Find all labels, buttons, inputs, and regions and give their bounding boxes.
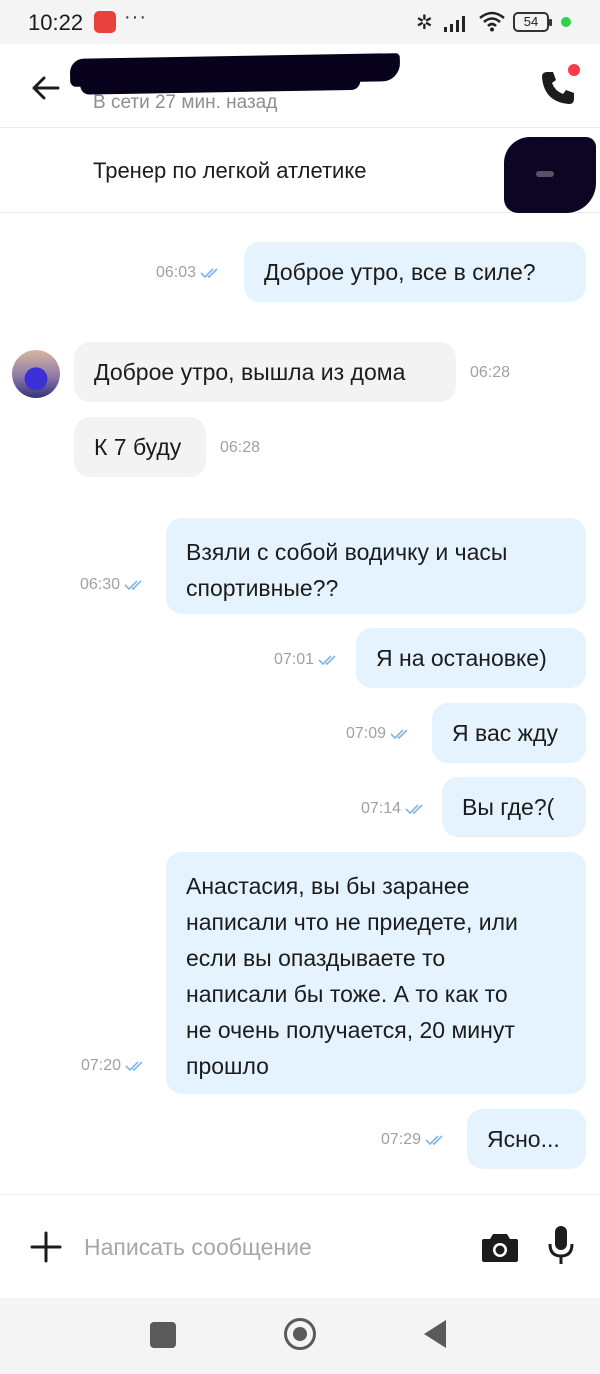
status-bar: 10:22 ··· ✲ 54	[0, 0, 600, 44]
double-check-icon	[318, 655, 336, 666]
message-text: Анастасия, вы бы заранее написали что не…	[186, 873, 518, 1079]
listing-thumbnail-redacted	[504, 137, 596, 213]
message-meta: 07:01	[274, 651, 340, 669]
bluetooth-icon: ✲	[416, 12, 433, 34]
message-bubble-outgoing[interactable]: Ясно...	[467, 1109, 586, 1169]
message-meta: 06:30	[80, 576, 146, 594]
message-meta: 07:29	[381, 1131, 447, 1149]
message-bubble-outgoing[interactable]: Вы где?(	[442, 777, 586, 837]
listing-banner[interactable]: Тренер по легкой атлетике	[0, 129, 600, 213]
battery-icon: 54	[513, 12, 552, 32]
message-time: 06:03	[156, 264, 197, 281]
double-check-icon	[125, 1061, 143, 1072]
message-time: 07:14	[361, 800, 402, 817]
contact-last-seen: В сети 27 мин. назад	[93, 92, 278, 113]
arrow-left-icon[interactable]	[28, 70, 64, 106]
message-bubble-incoming[interactable]: Доброе утро, вышла из дома	[74, 342, 456, 402]
contact-name-redacted[interactable]	[69, 53, 401, 87]
message-meta: 07:09	[346, 725, 412, 743]
call-notification-dot	[568, 64, 580, 76]
notification-app-icon	[94, 11, 116, 33]
double-check-icon	[405, 804, 423, 815]
message-meta: 07:14	[361, 800, 427, 818]
message-time: 07:09	[346, 725, 387, 742]
plus-icon[interactable]	[30, 1231, 62, 1263]
system-navigation-bar	[0, 1298, 600, 1374]
message-composer	[0, 1194, 600, 1298]
signal-icon	[444, 16, 465, 32]
message-time: 07:20	[81, 1057, 122, 1074]
double-check-icon	[390, 729, 408, 740]
system-back-button[interactable]	[424, 1320, 446, 1348]
message-time: 07:01	[274, 651, 315, 668]
message-text: Вы где?(	[462, 794, 555, 820]
home-button[interactable]	[284, 1318, 316, 1350]
message-time: 06:28	[220, 439, 261, 456]
message-list[interactable]: 06:03 Доброе утро, все в силе? Доброе ут…	[0, 214, 600, 1194]
message-time: 07:29	[381, 1131, 422, 1148]
message-text: Ясно...	[487, 1126, 560, 1152]
message-bubble-outgoing[interactable]: Анастасия, вы бы заранее написали что не…	[166, 852, 586, 1094]
message-text: К 7 буду	[94, 434, 182, 460]
double-check-icon	[200, 268, 218, 279]
message-bubble-outgoing[interactable]: Я вас жду	[432, 703, 586, 763]
camera-icon[interactable]	[481, 1231, 519, 1263]
wifi-icon	[479, 11, 505, 32]
message-text: Я на остановке)	[376, 645, 547, 671]
message-meta: 06:03	[156, 264, 222, 282]
avatar[interactable]	[12, 350, 60, 398]
message-text: Взяли с собой водичку и часы спортивные?…	[186, 539, 508, 601]
message-input[interactable]	[84, 1225, 454, 1269]
message-text: Доброе утро, вышла из дома	[94, 359, 406, 385]
message-bubble-outgoing[interactable]: Взяли с собой водичку и часы спортивные?…	[166, 518, 586, 614]
status-time: 10:22	[28, 10, 84, 35]
message-bubble-outgoing[interactable]: Я на остановке)	[356, 628, 586, 688]
message-bubble-outgoing[interactable]: Доброе утро, все в силе?	[244, 242, 586, 302]
message-bubble-incoming[interactable]: К 7 буду	[74, 417, 206, 477]
microphone-icon[interactable]	[546, 1225, 576, 1265]
message-text: Я вас жду	[452, 720, 558, 746]
message-meta: 07:20	[81, 1057, 147, 1075]
privacy-indicator-dot	[561, 17, 571, 27]
listing-title: Тренер по легкой атлетике	[93, 158, 367, 183]
more-notifications-icon: ···	[124, 6, 147, 28]
message-text: Доброе утро, все в силе?	[264, 259, 536, 285]
double-check-icon	[425, 1135, 443, 1146]
message-time: 06:28	[470, 364, 511, 381]
chat-header: В сети 27 мин. назад	[0, 44, 600, 128]
message-time: 06:30	[80, 576, 121, 593]
recents-button[interactable]	[150, 1322, 176, 1348]
double-check-icon	[124, 580, 142, 591]
